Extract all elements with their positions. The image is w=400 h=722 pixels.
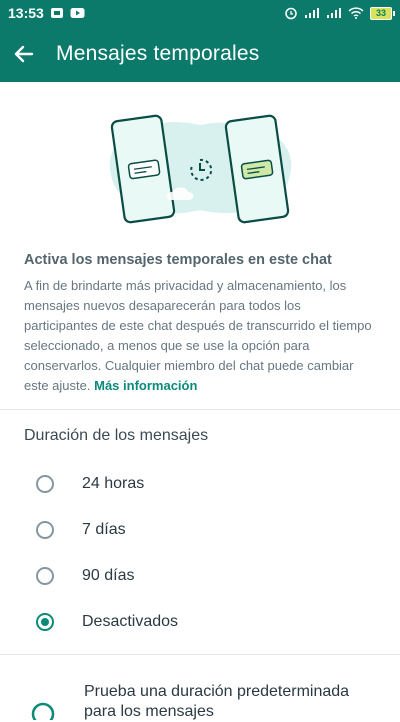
intro-body-text: A fin de brindarte más privacidad y alma… xyxy=(24,278,372,393)
more-info-link[interactable]: Más información xyxy=(94,378,197,393)
radio-button[interactable] xyxy=(36,475,54,493)
option-24-horas[interactable]: 24 horas xyxy=(36,464,376,504)
battery-icon: 33 xyxy=(370,6,395,20)
app-bar: Mensajes temporales xyxy=(0,26,400,82)
notification-app-icon xyxy=(50,7,64,19)
radio-button-selected[interactable] xyxy=(36,613,54,631)
youtube-icon xyxy=(70,7,85,19)
arrow-left-icon[interactable] xyxy=(12,42,36,66)
intro-body: A fin de brindarte más privacidad y alma… xyxy=(24,276,376,396)
status-bar: 13:53 33 xyxy=(0,0,400,26)
option-label: Desactivados xyxy=(82,613,179,630)
wifi-icon xyxy=(348,7,364,19)
option-desactivados[interactable]: Desactivados xyxy=(36,602,376,642)
default-duration-promo[interactable]: Prueba una duración predeterminada para … xyxy=(0,660,400,720)
intro-title: Activa los mensajes temporales en este c… xyxy=(24,252,332,268)
duration-section-title: Duración de los mensajes xyxy=(24,427,209,444)
option-label: 7 días xyxy=(82,521,126,538)
timer-icon xyxy=(31,702,55,720)
option-label: 90 días xyxy=(82,567,135,584)
alarm-icon xyxy=(284,6,298,20)
page-title: Mensajes temporales xyxy=(56,42,260,65)
option-7-dias[interactable]: 7 días xyxy=(36,510,376,550)
promo-text: Prueba una duración predeterminada para … xyxy=(84,683,350,720)
radio-button[interactable] xyxy=(36,567,54,585)
option-90-dias[interactable]: 90 días xyxy=(36,556,376,596)
intro-section: Activa los mensajes temporales en este c… xyxy=(24,252,376,396)
option-label: 24 horas xyxy=(82,475,145,492)
signal-icon xyxy=(304,7,320,19)
radio-button[interactable] xyxy=(36,521,54,539)
disappearing-messages-illustration xyxy=(109,114,292,224)
signal-icon xyxy=(326,7,342,19)
divider xyxy=(0,409,400,410)
status-time: 13:53 xyxy=(8,5,44,21)
divider xyxy=(0,654,400,655)
